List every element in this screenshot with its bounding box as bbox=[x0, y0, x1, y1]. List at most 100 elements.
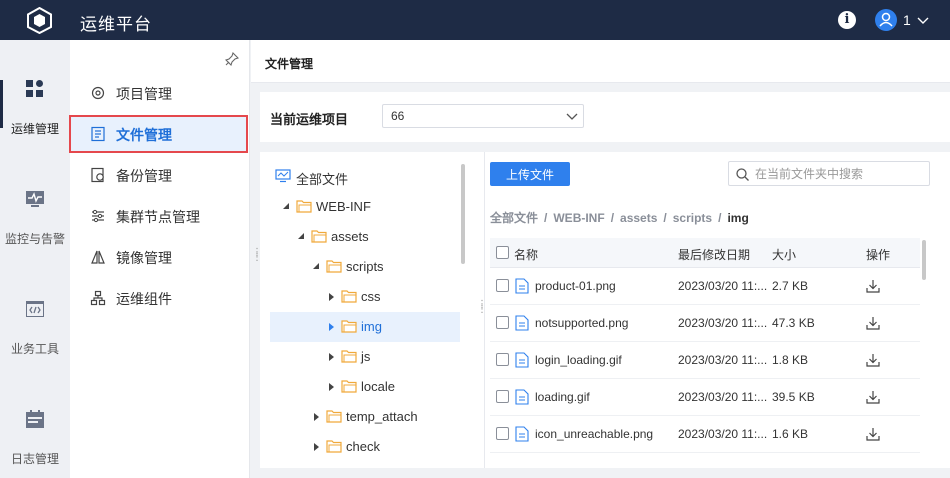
download-icon[interactable] bbox=[866, 279, 880, 293]
caret-down-icon[interactable] bbox=[282, 202, 292, 212]
file-table: 名称 最后修改日期 大小 操作 product-01.png 2023/03/2… bbox=[490, 238, 920, 468]
caret-right-icon[interactable] bbox=[327, 292, 337, 302]
app-title: 运维平台 bbox=[80, 15, 152, 34]
tree-node[interactable]: assets bbox=[270, 222, 460, 252]
row-checkbox[interactable] bbox=[496, 316, 509, 329]
breadcrumb-separator: / bbox=[718, 211, 722, 225]
breadcrumb-separator: / bbox=[663, 211, 667, 225]
caret-right-icon[interactable] bbox=[312, 412, 322, 422]
page-title: 文件管理 bbox=[265, 57, 314, 71]
folder-icon bbox=[341, 350, 357, 363]
breadcrumb-separator: / bbox=[544, 211, 548, 225]
column-header-modified[interactable]: 最后修改日期 bbox=[678, 246, 750, 263]
calendar-log-icon bbox=[26, 410, 44, 428]
subnav-item-mirror[interactable]: 镜像管理 bbox=[70, 238, 248, 276]
table-row[interactable]: login_loading.gif 2023/03/20 11:... 1.8 … bbox=[490, 342, 920, 379]
search-box[interactable] bbox=[728, 161, 930, 186]
info-icon[interactable]: i bbox=[838, 11, 856, 29]
user-name[interactable]: 1 bbox=[903, 12, 911, 28]
breadcrumb-item[interactable]: assets bbox=[620, 211, 657, 225]
caret-down-icon[interactable] bbox=[312, 262, 322, 272]
gear-icon bbox=[91, 86, 105, 100]
select-all-checkbox[interactable] bbox=[496, 246, 509, 259]
subnav-label: 集群节点管理 bbox=[116, 209, 200, 225]
subnav-label: 文件管理 bbox=[116, 127, 172, 143]
row-checkbox[interactable] bbox=[496, 427, 509, 440]
tree-scrollbar[interactable] bbox=[461, 164, 465, 264]
rail-item-logs[interactable]: 日志管理 bbox=[0, 370, 70, 478]
download-icon[interactable] bbox=[866, 353, 880, 367]
file-name[interactable]: product-01.png bbox=[535, 279, 675, 293]
folder-icon bbox=[326, 260, 342, 273]
cube-logo-icon[interactable] bbox=[26, 7, 53, 34]
row-checkbox[interactable] bbox=[496, 353, 509, 366]
breadcrumb-item[interactable]: WEB-INF bbox=[553, 211, 604, 225]
file-name[interactable]: icon_unreachable.png bbox=[535, 427, 675, 441]
table-row[interactable]: product-01.png 2023/03/20 11:... 2.7 KB bbox=[490, 268, 920, 305]
file-modified: 2023/03/20 11:... bbox=[678, 316, 768, 330]
tree-node[interactable]: locale bbox=[270, 372, 460, 402]
tree-node-current[interactable]: img bbox=[270, 312, 460, 342]
tree-node-root[interactable]: 全部文件 bbox=[270, 162, 460, 192]
subnav-item-cluster[interactable]: 集群节点管理 bbox=[70, 197, 248, 235]
chevron-down-icon[interactable] bbox=[916, 13, 930, 27]
caret-right-icon[interactable] bbox=[327, 322, 337, 332]
subnav-item-files[interactable]: 文件管理 bbox=[69, 115, 248, 153]
file-modified: 2023/03/20 11:... bbox=[678, 279, 768, 293]
column-header-size[interactable]: 大小 bbox=[772, 246, 796, 263]
table-row[interactable]: icon_unreachable.png 2023/03/20 11:... 1… bbox=[490, 416, 920, 453]
table-row[interactable]: notsupported.png 2023/03/20 11:... 47.3 … bbox=[490, 305, 920, 342]
tree-label: 全部文件 bbox=[296, 172, 349, 187]
caret-right-icon[interactable] bbox=[327, 352, 337, 362]
tree-node[interactable]: css bbox=[270, 282, 460, 312]
subnav-label: 镜像管理 bbox=[116, 250, 172, 266]
pin-icon[interactable] bbox=[225, 52, 239, 66]
caret-down-icon[interactable] bbox=[297, 232, 307, 242]
caret-right-icon[interactable] bbox=[312, 442, 322, 452]
folder-icon bbox=[296, 200, 312, 213]
subnav-item-components[interactable]: 运维组件 bbox=[70, 279, 248, 317]
file-name[interactable]: login_loading.gif bbox=[535, 353, 675, 367]
tree-label: scripts bbox=[346, 259, 384, 274]
avatar[interactable] bbox=[875, 9, 897, 31]
search-input[interactable] bbox=[755, 165, 925, 182]
tree-node[interactable]: scripts bbox=[270, 252, 460, 282]
tree-node[interactable]: js bbox=[270, 342, 460, 372]
breadcrumb-item[interactable]: 全部文件 bbox=[490, 211, 538, 225]
module-rail: 运维管理 监控与告警 业务工具 日志管理 bbox=[0, 40, 70, 478]
tree-node[interactable]: temp_attach bbox=[270, 402, 460, 432]
upload-file-button[interactable]: 上传文件 bbox=[490, 162, 570, 186]
tree-node[interactable]: check bbox=[270, 432, 460, 462]
tree-node[interactable]: WEB-INF bbox=[270, 192, 460, 222]
rail-item-monitor[interactable]: 监控与告警 bbox=[0, 150, 70, 260]
sliders-icon bbox=[92, 209, 104, 223]
tree-label: css bbox=[361, 289, 381, 304]
download-icon[interactable] bbox=[866, 316, 880, 330]
dashboard-icon bbox=[26, 80, 43, 97]
table-header: 名称 最后修改日期 大小 操作 bbox=[490, 238, 920, 268]
tree-label: assets bbox=[331, 229, 369, 244]
rail-item-ops[interactable]: 运维管理 bbox=[0, 40, 70, 150]
caret-right-icon[interactable] bbox=[327, 382, 337, 392]
table-row[interactable]: loading.gif 2023/03/20 11:... 39.5 KB bbox=[490, 379, 920, 416]
row-checkbox[interactable] bbox=[496, 279, 509, 292]
row-checkbox[interactable] bbox=[496, 390, 509, 403]
breadcrumb-item-current: img bbox=[727, 211, 749, 225]
breadcrumb-separator: / bbox=[610, 211, 615, 225]
subnav-item-backup[interactable]: 备份管理 bbox=[70, 156, 248, 194]
file-name[interactable]: loading.gif bbox=[535, 390, 675, 404]
breadcrumb-item[interactable]: scripts bbox=[673, 211, 712, 225]
image-file-icon bbox=[515, 426, 529, 442]
file-name[interactable]: notsupported.png bbox=[535, 316, 675, 330]
file-size: 39.5 KB bbox=[772, 390, 815, 404]
rail-item-tools[interactable]: 业务工具 bbox=[0, 260, 70, 370]
tree-resize-handle[interactable]: ⋮ ⋮ bbox=[477, 300, 487, 316]
column-header-name[interactable]: 名称 bbox=[514, 246, 538, 263]
image-file-icon bbox=[515, 278, 529, 294]
table-scrollbar[interactable] bbox=[922, 240, 926, 280]
file-size: 1.6 KB bbox=[772, 427, 809, 441]
download-icon[interactable] bbox=[866, 390, 880, 404]
project-select[interactable]: 66 bbox=[382, 104, 584, 128]
download-icon[interactable] bbox=[866, 427, 880, 441]
subnav-item-project[interactable]: 项目管理 bbox=[70, 74, 248, 112]
